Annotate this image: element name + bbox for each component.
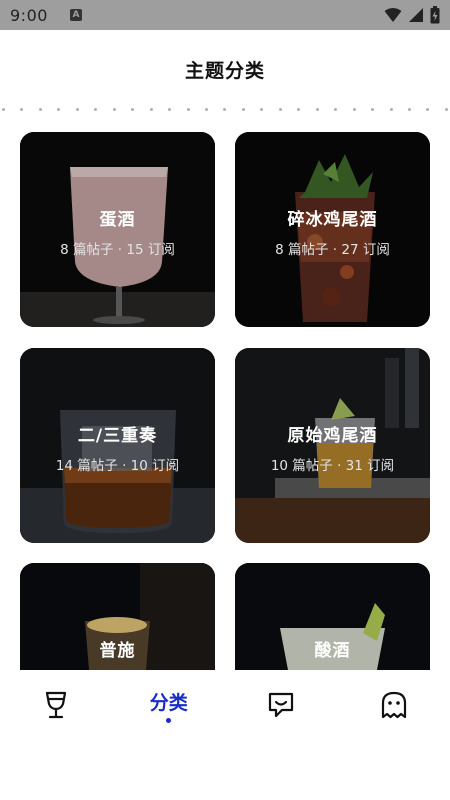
ghost-icon — [381, 691, 406, 719]
category-card-pousse[interactable]: 普施 — [20, 563, 215, 670]
category-meta: 8 篇帖子 · 15 订阅 — [60, 242, 175, 258]
category-card-eggnog[interactable]: 蛋酒 8 篇帖子 · 15 订阅 — [20, 132, 215, 327]
category-meta: 10 篇帖子 · 31 订阅 — [270, 458, 395, 474]
dotted-divider — [0, 108, 450, 114]
category-title: 酸酒 — [314, 641, 351, 661]
category-card-duo-trio[interactable]: 二/三重奏 14 篇帖子 · 10 订阅 — [20, 348, 215, 543]
chat-bubble-icon — [269, 692, 294, 718]
wine-glass-icon — [46, 691, 67, 719]
category-title: 原始鸡尾酒 — [287, 426, 378, 446]
status-bar: 9:00 A — [0, 0, 450, 30]
signal-icon — [409, 8, 423, 22]
wifi-icon — [384, 8, 402, 22]
category-meta: 8 篇帖子 · 27 订阅 — [275, 242, 390, 258]
category-card-crushed-ice[interactable]: 碎冰鸡尾酒 8 篇帖子 · 27 订阅 — [235, 132, 430, 327]
status-time: 9:00 — [10, 5, 48, 25]
notification-badge: A — [69, 9, 82, 21]
nav-item-home[interactable] — [0, 670, 113, 740]
category-title: 二/三重奏 — [77, 426, 158, 446]
battery-icon — [430, 6, 440, 24]
category-title: 碎冰鸡尾酒 — [287, 210, 378, 230]
category-card-original-cocktail[interactable]: 原始鸡尾酒 10 篇帖子 · 31 订阅 — [235, 348, 430, 543]
category-title: 蛋酒 — [99, 210, 136, 230]
page-header: 主题分类 — [0, 30, 450, 108]
page-title: 主题分类 — [184, 59, 265, 82]
category-grid[interactable]: 蛋酒 8 篇帖子 · 15 订阅 碎冰鸡尾酒 8 篇帖子 · 27 订阅 二/三… — [20, 132, 430, 670]
nav-item-messages[interactable] — [225, 670, 338, 740]
nav-item-profile[interactable] — [338, 670, 450, 740]
nav-label-categories: 分类 — [149, 691, 188, 714]
category-card-sour[interactable]: 酸酒 — [235, 563, 430, 670]
category-meta: 14 篇帖子 · 10 订阅 — [55, 458, 180, 474]
bottom-navigation: 分类 — [0, 670, 450, 740]
status-icons — [384, 6, 440, 24]
active-indicator-dot — [166, 717, 172, 723]
nav-item-categories[interactable]: 分类 — [113, 670, 226, 740]
category-title: 普施 — [99, 641, 136, 661]
